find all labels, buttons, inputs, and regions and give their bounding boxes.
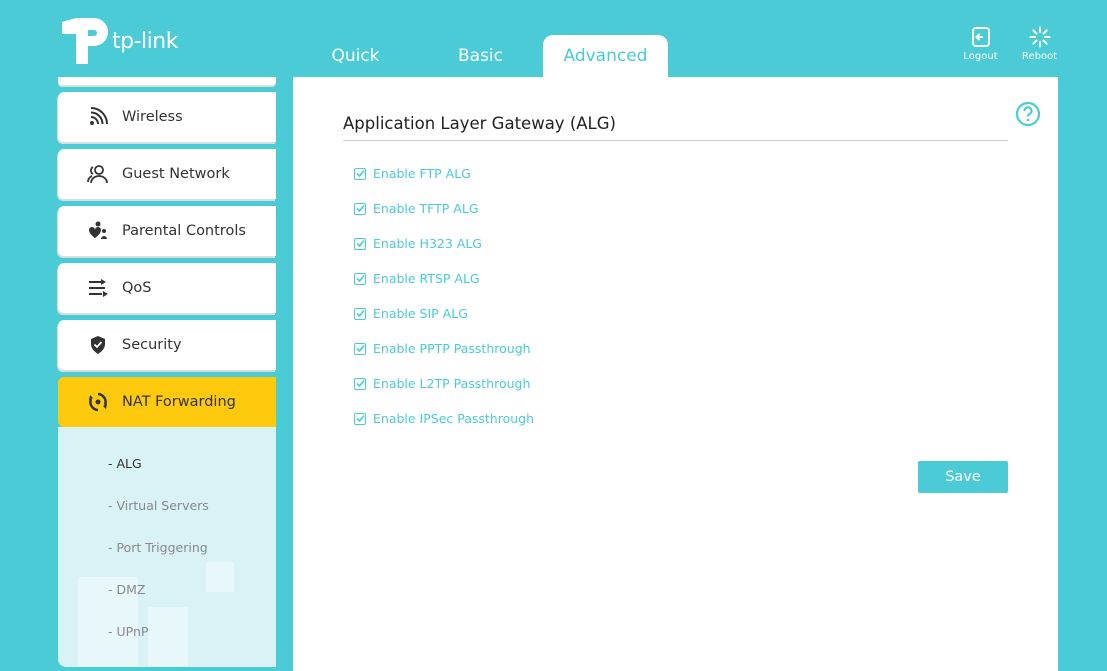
checkbox[interactable] <box>354 377 366 390</box>
option-ipsec-passthrough[interactable]: Enable IPSec Passthrough <box>354 411 534 426</box>
checkbox[interactable] <box>354 412 366 425</box>
option-label: Enable PPTP Passthrough <box>373 341 531 356</box>
tp-link-logo: tp-link <box>58 16 178 66</box>
option-pptp-passthrough[interactable]: Enable PPTP Passthrough <box>354 341 531 356</box>
decorative-pixel <box>148 607 188 667</box>
main-content: Application Layer Gateway (ALG) Enable F… <box>293 77 1058 671</box>
option-l2tp-passthrough[interactable]: Enable L2TP Passthrough <box>354 376 530 391</box>
checkmark-icon <box>355 379 365 388</box>
submenu-item-dmz[interactable]: - DMZ <box>108 582 145 597</box>
option-sip-alg[interactable]: Enable SIP ALG <box>354 306 468 321</box>
checkbox[interactable] <box>354 272 366 285</box>
checkmark-icon <box>355 204 365 213</box>
tab-basic[interactable]: Basic <box>418 35 543 77</box>
submenu-item-virtual-servers[interactable]: - Virtual Servers <box>108 498 209 513</box>
sidebar-item-security[interactable]: Security <box>58 320 276 370</box>
checkbox[interactable] <box>354 342 366 355</box>
logout-button[interactable]: Logout <box>951 26 1010 62</box>
checkbox[interactable] <box>354 307 366 320</box>
option-tftp-alg[interactable]: Enable TFTP ALG <box>354 201 479 216</box>
option-h323-alg[interactable]: Enable H323 ALG <box>354 236 482 251</box>
checkmark-icon <box>355 344 365 353</box>
option-label: Enable SIP ALG <box>373 306 468 321</box>
submenu-item-port-triggering[interactable]: - Port Triggering <box>108 540 208 555</box>
nat-forwarding-icon <box>84 392 112 412</box>
brand-name: tp-link <box>112 28 178 54</box>
main-tabs: Quick Setup Basic Advanced <box>293 35 668 108</box>
sidebar-item-qos[interactable]: QoS <box>58 263 276 313</box>
sidebar-item-partial[interactable] <box>58 77 276 85</box>
option-label: Enable TFTP ALG <box>373 201 479 216</box>
sidebar-item-wireless[interactable]: Wireless <box>58 92 276 142</box>
reboot-button[interactable]: Reboot <box>1010 26 1069 62</box>
logout-label: Logout <box>963 51 998 62</box>
tab-advanced[interactable]: Advanced <box>543 35 668 77</box>
checkmark-icon <box>355 414 365 423</box>
sidebar-item-label: Security <box>122 337 182 353</box>
option-label: Enable RTSP ALG <box>373 271 480 286</box>
checkmark-icon <box>355 239 365 248</box>
shield-icon <box>84 335 112 355</box>
top-actions: Logout Reboot <box>951 26 1069 62</box>
sidebar-item-label: QoS <box>122 280 152 296</box>
decorative-pixel <box>206 562 234 592</box>
checkbox[interactable] <box>354 237 366 250</box>
checkmark-icon <box>355 169 365 178</box>
checkmark-icon <box>355 274 365 283</box>
option-rtsp-alg[interactable]: Enable RTSP ALG <box>354 271 480 286</box>
logout-icon <box>971 27 990 47</box>
option-label: Enable H323 ALG <box>373 236 482 251</box>
option-label: Enable IPSec Passthrough <box>373 411 535 426</box>
title-divider <box>343 140 1008 141</box>
sidebar-item-label: NAT Forwarding <box>122 394 236 410</box>
wifi-icon <box>84 107 112 127</box>
submenu-item-alg[interactable]: - ALG <box>108 456 142 471</box>
guest-users-icon <box>84 164 112 184</box>
sidebar-item-label: Guest Network <box>122 166 230 182</box>
parental-controls-icon <box>84 221 112 241</box>
help-icon[interactable] <box>1015 101 1041 131</box>
submenu-item-upnp[interactable]: - UPnP <box>108 624 148 639</box>
checkbox[interactable] <box>354 167 366 180</box>
sidebar-item-guest-network[interactable]: Guest Network <box>58 149 276 199</box>
tab-quick-setup[interactable]: Quick Setup <box>293 35 418 108</box>
page-title: Application Layer Gateway (ALG) <box>343 114 616 133</box>
sidebar-item-label: Parental Controls <box>122 223 246 239</box>
tp-link-logo-icon <box>62 18 108 64</box>
sidebar-item-label: Wireless <box>122 109 183 125</box>
qos-icon <box>84 279 112 297</box>
save-button[interactable]: Save <box>918 461 1008 493</box>
nat-forwarding-submenu: - ALG - Virtual Servers - Port Triggerin… <box>58 427 276 667</box>
reboot-icon <box>1029 26 1050 48</box>
option-label: Enable FTP ALG <box>373 166 471 181</box>
option-label: Enable L2TP Passthrough <box>373 376 531 391</box>
sidebar-item-nat-forwarding[interactable]: NAT Forwarding <box>58 377 276 427</box>
checkbox[interactable] <box>354 202 366 215</box>
option-ftp-alg[interactable]: Enable FTP ALG <box>354 166 471 181</box>
checkmark-icon <box>355 309 365 318</box>
reboot-label: Reboot <box>1021 51 1058 62</box>
sidebar-item-parental-controls[interactable]: Parental Controls <box>58 206 276 256</box>
